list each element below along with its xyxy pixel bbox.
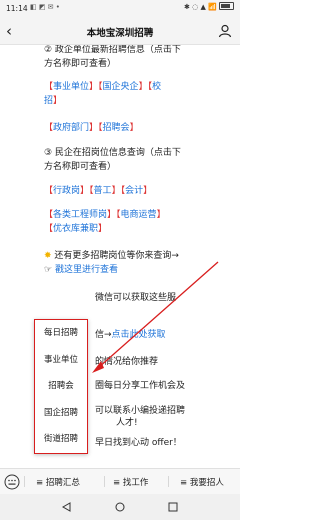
menu-item-job-fair[interactable]: 招聘会 xyxy=(35,373,87,400)
menu-item-public-institutions[interactable]: 事业单位 xyxy=(35,347,87,374)
menu-lines-icon: ≡ xyxy=(113,478,121,488)
link-more-jobs[interactable]: 戳这里进行查看 xyxy=(55,265,118,275)
system-nav-bar xyxy=(0,494,240,520)
sun-icon: ✸ xyxy=(44,251,52,261)
divider xyxy=(104,476,105,487)
bottom-menu-bar: ≡ 招聘汇总 ≡ 找工作 ≡ 我要招人 xyxy=(0,468,240,495)
article-text: 圈每日分享工作机会及 xyxy=(95,381,186,391)
user-profile-icon[interactable] xyxy=(218,24,232,38)
link-youyiku[interactable]: 优衣库兼职 xyxy=(53,224,98,234)
menu-item-daily-jobs[interactable]: 每日招聘 xyxy=(35,320,87,347)
article-text: 可以联系小编投递招聘 xyxy=(95,406,186,416)
link-xingzheng[interactable]: 行政岗 xyxy=(53,186,80,196)
link-row: 【优衣库兼职】 xyxy=(44,224,108,234)
menu-lines-icon: ≡ xyxy=(180,478,188,488)
link-zhaopinhui[interactable]: 招聘会 xyxy=(103,123,130,133)
divider xyxy=(24,476,25,487)
notification-icons: ◧ ◩ ✉ • xyxy=(30,3,60,11)
link-gongchengshi[interactable]: 各类工程师岗 xyxy=(53,210,107,220)
article-text: 的情况给你推荐 xyxy=(95,357,159,367)
keyboard-icon[interactable] xyxy=(4,474,20,490)
link-xiaozhao-cont[interactable]: 招 xyxy=(44,96,53,106)
system-icons: ✱ ◌ ▲ 📶 xyxy=(184,2,234,11)
menu-tab-recruit[interactable]: ≡ 我要招人 xyxy=(180,476,224,488)
article-text: ✸ 还有更多招聘岗位等你来查询→ xyxy=(44,251,179,261)
link-get-info[interactable]: 点击此处获取 xyxy=(112,330,166,340)
pointing-hand-icon: ☞ xyxy=(44,265,53,275)
link-row: 招】 xyxy=(44,96,63,106)
page-title: 本地宝深圳招聘 xyxy=(86,28,154,39)
article-text: 方名称即可查看） xyxy=(44,162,117,172)
article-text: ③ 民企在招岗位信息查询（点击下 xyxy=(44,148,181,158)
article-text: ☞ 戳这里进行查看 xyxy=(44,264,234,276)
link-shiye[interactable]: 事业单位 xyxy=(53,82,89,92)
battery-icon xyxy=(219,2,234,10)
status-time: 11:14 xyxy=(6,4,28,13)
link-xiaozhao[interactable]: 校 xyxy=(152,82,161,92)
article-text: 早日找到心动 offer！ xyxy=(95,438,182,448)
link-row: 【各类工程师岗】【电商运营】 xyxy=(44,210,166,220)
menu-item-soe-jobs[interactable]: 国企招聘 xyxy=(35,400,87,427)
link-row: 【事业单位】【国企央企】【校 xyxy=(44,82,162,92)
divider xyxy=(168,476,169,487)
link-dianshang[interactable]: 电商运营 xyxy=(121,210,157,220)
nav-recents-icon[interactable] xyxy=(168,502,178,512)
popup-menu: 每日招聘 事业单位 招聘会 国企招聘 街道招聘 xyxy=(34,319,88,454)
menu-lines-icon: ≡ xyxy=(36,478,44,488)
article-text: 方名称即可查看） xyxy=(44,59,117,69)
link-row: 【行政岗】【普工】【会计】 xyxy=(44,186,153,196)
status-bar: 11:14 ◧ ◩ ✉ • ✱ ◌ ▲ 📶 xyxy=(0,0,240,18)
nav-home-icon[interactable] xyxy=(115,502,125,512)
link-guoqi[interactable]: 国企央企 xyxy=(103,82,139,92)
link-zhengfu[interactable]: 政府部门 xyxy=(53,123,89,133)
article-text: 微信可以获取这些服 xyxy=(95,293,177,303)
article-text: 人才! xyxy=(116,418,138,428)
menu-tab-find-job[interactable]: ≡ 找工作 xyxy=(113,476,148,488)
article-text: 信→点击此处获取 xyxy=(95,330,166,340)
link-pugong[interactable]: 普工 xyxy=(94,186,112,196)
menu-item-street-jobs[interactable]: 街道招聘 xyxy=(35,426,87,453)
link-row: 【政府部门】【招聘会】 xyxy=(44,123,139,133)
top-bar: ‹ 本地宝深圳招聘 xyxy=(0,18,240,45)
nav-back-icon[interactable] xyxy=(62,502,72,512)
menu-tab-job-summary[interactable]: ≡ 招聘汇总 xyxy=(36,476,80,488)
link-kuaiji[interactable]: 会计 xyxy=(125,186,143,196)
article-text: ② 政企单位最新招聘信息（点击下 xyxy=(44,45,181,55)
signal-icons: ✱ ◌ ▲ 📶 xyxy=(184,3,217,11)
